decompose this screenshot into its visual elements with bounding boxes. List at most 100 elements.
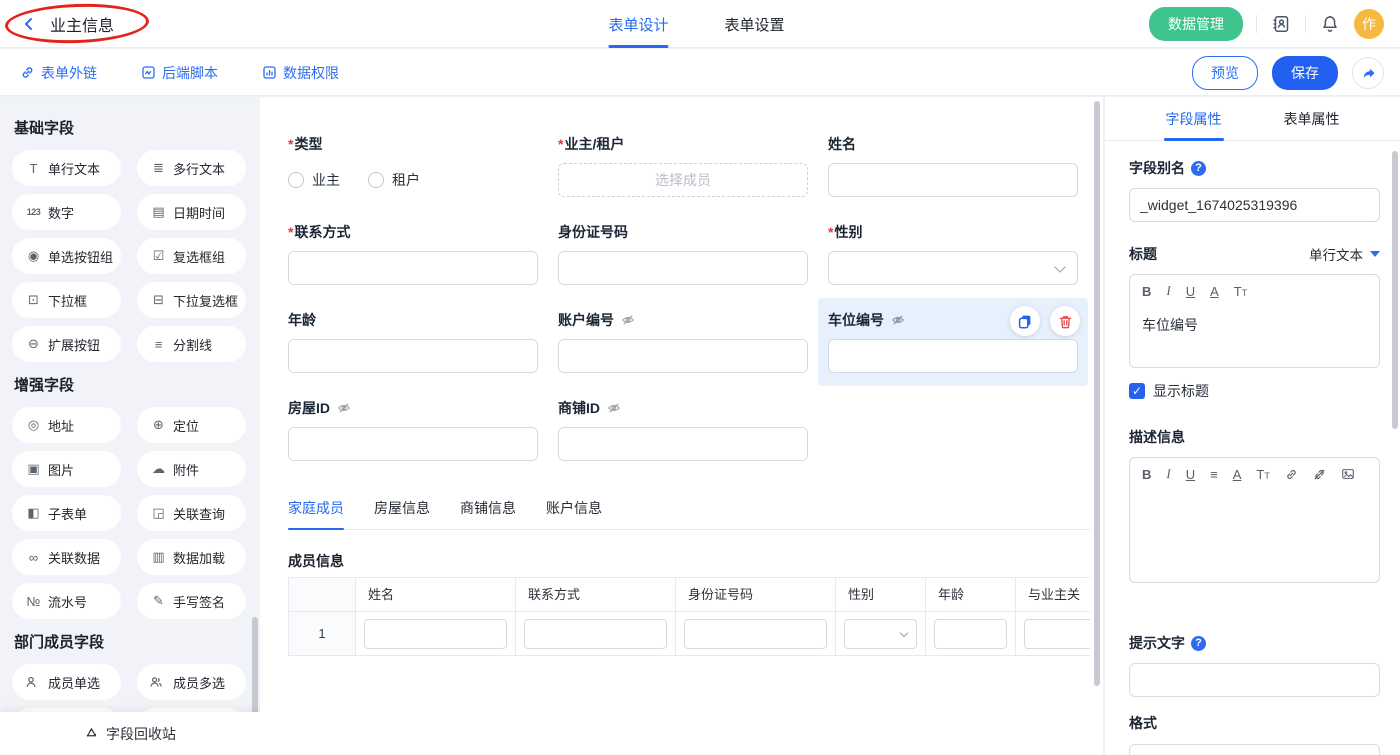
canvas-scrollbar[interactable]: [1094, 101, 1100, 686]
field-account[interactable]: 账户编号: [548, 298, 818, 386]
field-member[interactable]: *业主/租户 选择成员: [548, 122, 818, 210]
tab-form-design[interactable]: 表单设计: [608, 0, 668, 48]
cell-input-idcard[interactable]: [684, 619, 827, 649]
field-item-extend-button[interactable]: ⊖扩展按钮: [12, 326, 121, 362]
italic-icon[interactable]: I: [1166, 283, 1170, 299]
field-item-data-load[interactable]: ▥数据加载: [137, 539, 246, 575]
radio-tenant[interactable]: 租户: [368, 170, 420, 190]
checkbox-checked-icon[interactable]: ✓: [1129, 383, 1145, 399]
field-item-single-text[interactable]: T单行文本: [12, 150, 121, 186]
text-input[interactable]: [558, 427, 808, 461]
field-item-image[interactable]: ▣图片: [12, 451, 121, 487]
field-type[interactable]: *类型 业主 租户: [278, 122, 548, 210]
field-item-radio-group[interactable]: ◉单选按钮组: [12, 238, 121, 274]
field-shop-id[interactable]: 商铺ID: [548, 386, 818, 474]
tab-form-settings[interactable]: 表单设置: [724, 0, 784, 48]
tab-house-info[interactable]: 房屋信息: [374, 498, 430, 529]
field-item-serial-number[interactable]: №流水号: [12, 583, 121, 619]
preview-button[interactable]: 预览: [1192, 56, 1258, 90]
field-age[interactable]: 年龄: [278, 298, 548, 386]
font-size-icon[interactable]: TT: [1234, 284, 1247, 299]
copy-field-button[interactable]: [1010, 306, 1040, 336]
remove-link-icon[interactable]: [1313, 468, 1326, 481]
field-item-select[interactable]: ⊡下拉框: [12, 282, 121, 318]
alias-input[interactable]: [1129, 188, 1380, 222]
avatar[interactable]: 作: [1354, 9, 1384, 39]
insert-link-icon[interactable]: [1285, 468, 1298, 481]
cell-select-gender[interactable]: [844, 619, 917, 649]
cell-input-relation[interactable]: [1024, 619, 1090, 649]
member-picker[interactable]: 选择成员: [558, 163, 808, 197]
radio-owner[interactable]: 业主: [288, 170, 340, 190]
tab-form-properties[interactable]: 表单属性: [1284, 97, 1340, 140]
share-button[interactable]: [1352, 57, 1384, 89]
widget-type-dropdown[interactable]: 单行文本: [1309, 244, 1380, 264]
field-house-id[interactable]: 房屋ID: [278, 386, 548, 474]
field-item-divider[interactable]: ≡分割线: [137, 326, 246, 362]
hint-input[interactable]: [1129, 663, 1380, 697]
underline-icon[interactable]: U: [1186, 284, 1195, 299]
field-contact[interactable]: *联系方式: [278, 210, 548, 298]
bold-icon[interactable]: B: [1142, 284, 1151, 299]
font-color-icon[interactable]: A: [1210, 284, 1219, 299]
text-input[interactable]: [828, 339, 1078, 373]
text-input[interactable]: [288, 339, 538, 373]
field-item-member-multi[interactable]: 成员多选: [137, 664, 246, 700]
underline-icon[interactable]: U: [1186, 467, 1195, 482]
contacts-icon[interactable]: [1270, 13, 1292, 35]
field-item-multi-select[interactable]: ⊟下拉复选框: [137, 282, 246, 318]
form-external-link[interactable]: 表单外链: [20, 63, 97, 83]
save-button[interactable]: 保存: [1272, 56, 1338, 90]
subform-tabs: 家庭成员 房屋信息 商铺信息 账户信息: [288, 498, 1091, 530]
help-icon[interactable]: ?: [1191, 636, 1206, 651]
field-recycle-bin[interactable]: 字段回收站: [0, 712, 260, 755]
cell-input-name[interactable]: [364, 619, 507, 649]
field-item-signature[interactable]: ✎手写签名: [137, 583, 246, 619]
description-editor-content[interactable]: [1130, 490, 1379, 582]
bell-icon[interactable]: [1319, 13, 1341, 35]
back-icon[interactable]: [18, 13, 40, 35]
data-permission-link[interactable]: 数据权限: [262, 63, 339, 83]
panel-scrollbar[interactable]: [1392, 151, 1398, 429]
tab-shop-info[interactable]: 商铺信息: [460, 498, 516, 529]
title-editor-content[interactable]: 车位编号: [1130, 307, 1379, 367]
align-icon[interactable]: ≡: [1210, 467, 1218, 482]
text-input[interactable]: [288, 427, 538, 461]
field-item-subform[interactable]: ◧子表单: [12, 495, 121, 531]
backend-script-link[interactable]: 后端脚本: [141, 63, 218, 83]
insert-image-icon[interactable]: [1341, 467, 1355, 481]
data-manage-button[interactable]: 数据管理: [1149, 7, 1243, 41]
field-idcard[interactable]: 身份证号码: [548, 210, 818, 298]
italic-icon[interactable]: I: [1166, 466, 1170, 482]
field-item-address[interactable]: ◎地址: [12, 407, 121, 443]
show-title-checkbox-row[interactable]: ✓ 显示标题: [1129, 381, 1380, 401]
text-input[interactable]: [828, 163, 1078, 197]
tab-account-info[interactable]: 账户信息: [546, 498, 602, 529]
field-parking-selected[interactable]: 车位编号: [818, 298, 1088, 386]
field-name[interactable]: 姓名: [818, 122, 1088, 210]
text-input[interactable]: [558, 251, 808, 285]
field-item-datetime[interactable]: ▤日期时间: [137, 194, 246, 230]
format-select[interactable]: 无: [1129, 744, 1380, 755]
tab-field-properties[interactable]: 字段属性: [1166, 97, 1222, 140]
text-input[interactable]: [558, 339, 808, 373]
cell-input-age[interactable]: [934, 619, 1007, 649]
font-size-icon[interactable]: TT: [1256, 467, 1269, 482]
field-item-related-data[interactable]: ∞关联数据: [12, 539, 121, 575]
field-item-related-query[interactable]: ◲关联查询: [137, 495, 246, 531]
field-item-attachment[interactable]: ☁附件: [137, 451, 246, 487]
bold-icon[interactable]: B: [1142, 467, 1151, 482]
gender-select[interactable]: [828, 251, 1078, 285]
field-item-location[interactable]: ⊕定位: [137, 407, 246, 443]
delete-field-button[interactable]: [1050, 306, 1080, 336]
help-icon[interactable]: ?: [1191, 161, 1206, 176]
font-color-icon[interactable]: A: [1233, 467, 1242, 482]
field-item-checkbox-group[interactable]: ☑复选框组: [137, 238, 246, 274]
field-gender[interactable]: *性别: [818, 210, 1088, 298]
tab-family-members[interactable]: 家庭成员: [288, 498, 344, 529]
field-item-member-single[interactable]: 成员单选: [12, 664, 121, 700]
text-input[interactable]: [288, 251, 538, 285]
field-item-multi-text[interactable]: ≣多行文本: [137, 150, 246, 186]
cell-input-contact[interactable]: [524, 619, 667, 649]
field-item-number[interactable]: 123数字: [12, 194, 121, 230]
